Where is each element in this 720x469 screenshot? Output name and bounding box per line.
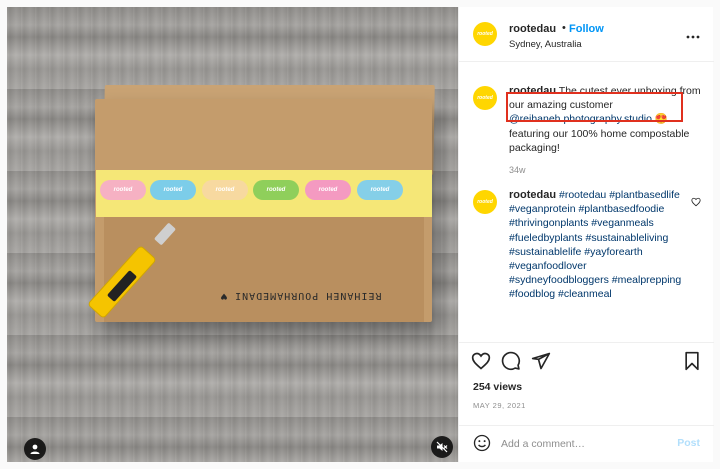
box-front-side [104, 217, 424, 322]
save-button[interactable] [682, 351, 702, 371]
like-button[interactable] [471, 351, 491, 371]
post-actions: 254 views MAY 29, 2021 [459, 342, 714, 430]
post-details-panel: rooted rootedau • Follow Sydney, Austral… [458, 7, 714, 462]
avatar[interactable]: rooted [473, 22, 497, 46]
smiley-icon [473, 434, 491, 452]
mute-toggle-button[interactable] [431, 436, 453, 458]
post-author-username[interactable]: rootedau [509, 23, 556, 35]
instagram-post-view: rooted rooted rooted rooted rooted roote… [0, 0, 720, 469]
tape-logo: rooted [150, 180, 196, 200]
caption-timestamp[interactable]: 34w [509, 165, 526, 175]
comments-list[interactable]: rooted rootedau The cutest ever unboxing… [459, 62, 714, 352]
comment-text: rootedau #rootedau #plantbasedlife #vega… [509, 188, 689, 302]
avatar[interactable]: rooted [473, 190, 497, 214]
heart-icon [691, 197, 701, 207]
post-location[interactable]: Sydney, Australia [509, 39, 582, 50]
comment-item: rooted rootedau #rootedau #plantbasedlif… [473, 188, 701, 328]
heart-icon [471, 352, 491, 370]
comment-username[interactable]: rootedau [509, 189, 556, 201]
more-options-button[interactable] [686, 27, 700, 41]
avatar[interactable]: rooted [473, 86, 497, 110]
tape-logo: rooted [253, 180, 299, 200]
bookmark-icon [685, 351, 699, 371]
tape-logo: rooted [202, 180, 248, 200]
add-comment-bar: Post [459, 425, 714, 462]
comment-button[interactable] [501, 351, 521, 371]
mention-highlight-box [506, 92, 683, 122]
post-header: rooted rootedau • Follow Sydney, Austral… [459, 7, 714, 62]
post-comment-button[interactable]: Post [677, 437, 700, 449]
user-icon [30, 444, 40, 454]
view-count[interactable]: 254 views [473, 381, 522, 393]
follow-button[interactable]: Follow [569, 23, 604, 35]
handwritten-name: REIHANEH POURHAMEDANI ♥ [220, 290, 382, 301]
paper-plane-icon [531, 352, 551, 370]
comment-input[interactable] [501, 435, 671, 453]
separator-dot: • [562, 22, 566, 34]
tape-logo: rooted [100, 180, 146, 200]
comment-bubble-icon [501, 351, 521, 371]
more-horizontal-icon [686, 35, 700, 39]
emoji-picker-button[interactable] [473, 434, 491, 457]
volume-muted-icon [436, 441, 448, 453]
post-date[interactable]: MAY 29, 2021 [473, 401, 526, 410]
tape-logo: rooted [305, 180, 351, 200]
caption-body-end: featuring our 100% home compostable pack… [509, 127, 690, 154]
post-video[interactable]: rooted rooted rooted rooted rooted roote… [7, 7, 458, 462]
tagged-users-button[interactable] [24, 438, 46, 460]
like-comment-button[interactable] [691, 194, 701, 212]
hashtags[interactable]: #rootedau #plantbasedlife #veganprotein … [509, 189, 681, 300]
tape-logo: rooted [357, 180, 403, 200]
share-button[interactable] [531, 351, 551, 371]
